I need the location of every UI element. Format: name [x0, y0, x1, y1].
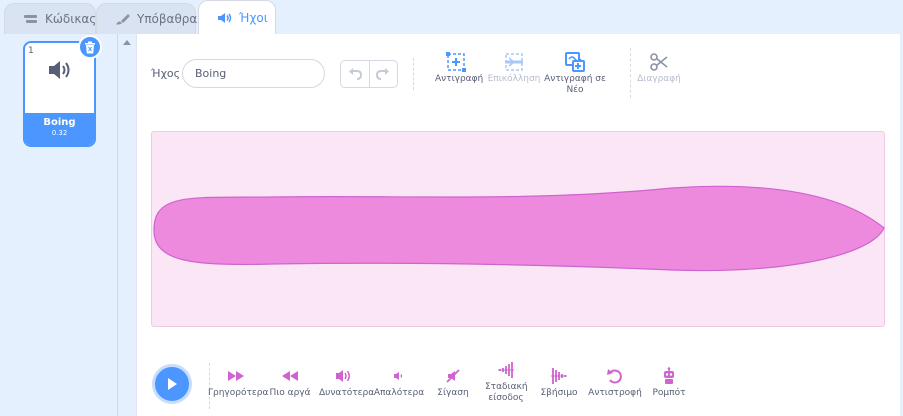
effect-robot-button[interactable]: Ρομπότ	[649, 367, 689, 399]
scroll-up-arrow-icon[interactable]	[123, 40, 131, 45]
softer-icon	[394, 372, 403, 380]
waveform-canvas[interactable]	[151, 131, 885, 327]
code-icon	[23, 13, 39, 25]
undo-icon	[348, 68, 362, 80]
delete-button[interactable]: Διαγραφή	[637, 52, 681, 85]
effect-fade-in-label: Σταδιακή είσοδος	[485, 382, 528, 403]
mute-icon	[446, 369, 460, 383]
effect-softer-button[interactable]: Απαλότερα	[373, 367, 425, 399]
sound-name-input[interactable]	[182, 59, 325, 88]
tab-sounds[interactable]: Ήχοι	[198, 0, 276, 34]
undo-button[interactable]	[341, 61, 369, 87]
tab-backdrops[interactable]: Υπόβαθρα	[96, 3, 198, 34]
sound-list: 1 Boing 0.32	[0, 34, 118, 416]
editor-tabs: Κώδικας Υπόβαθρα Ήχοι	[0, 0, 903, 34]
redo-icon	[376, 68, 390, 80]
undo-redo-group	[340, 60, 398, 88]
faster-icon	[228, 371, 244, 381]
sound-name-label: Ήχος	[151, 67, 181, 80]
paintbrush-icon	[115, 13, 131, 25]
play-icon	[168, 378, 177, 390]
effect-slower-label: Πιο αργά	[269, 388, 311, 398]
trash-icon	[85, 41, 95, 53]
tab-sounds-label: Ήχοι	[239, 10, 268, 25]
delete-label: Διαγραφή	[637, 74, 681, 84]
toolbar-divider	[630, 48, 631, 98]
effect-robot-label: Ρομπότ	[652, 388, 686, 398]
effect-louder-label: Δυνατότερα	[319, 388, 375, 398]
fade-in-icon	[498, 362, 514, 378]
sound-number: 1	[28, 46, 34, 56]
effect-reverse-label: Αντιστροφή	[588, 388, 642, 398]
paste-icon	[505, 53, 523, 71]
effect-reverse-button[interactable]: Αντιστροφή	[588, 367, 642, 399]
copy-button[interactable]: Αντιγραφή	[435, 52, 483, 85]
speaker-icon	[47, 59, 73, 81]
play-button[interactable]	[152, 364, 192, 404]
copy-to-new-label: Αντιγραφή σε Νέο	[544, 74, 606, 95]
effect-fade-out-label: Σβήσιμο	[540, 388, 578, 398]
sound-list-scrollbar[interactable]	[118, 34, 136, 416]
copy-to-new-icon	[565, 52, 585, 72]
delete-sound-button[interactable]	[78, 35, 102, 59]
effect-mute-label: Σίγαση	[437, 388, 469, 398]
effect-fade-in-button[interactable]: Σταδιακή είσοδος	[485, 361, 528, 404]
copy-icon	[446, 52, 466, 72]
effect-softer-label: Απαλότερα	[373, 388, 425, 398]
copy-label: Αντιγραφή	[435, 74, 484, 84]
fade-out-icon	[551, 368, 567, 384]
paste-label: Επικόλληση	[487, 74, 541, 84]
effect-mute-button[interactable]: Σίγαση	[435, 367, 471, 399]
sound-card-label: Boing 0.32	[25, 113, 94, 145]
copy-to-new-button[interactable]: Αντιγραφή σε Νέο	[543, 52, 607, 96]
waveform	[153, 185, 885, 272]
speaker-icon	[217, 12, 233, 24]
paste-button[interactable]: Επικόλληση	[487, 52, 541, 85]
louder-icon	[336, 370, 350, 382]
reverse-icon	[607, 369, 622, 384]
scissors-icon	[650, 53, 668, 71]
robot-icon	[664, 367, 674, 384]
toolbar-divider	[413, 58, 414, 90]
slower-icon	[282, 371, 298, 381]
redo-button[interactable]	[368, 61, 398, 87]
sound-name: Boing	[43, 117, 76, 128]
sound-editor: Ήχος Αντιγραφή Επικόλληση Αντιγραφή σε Ν…	[136, 34, 900, 416]
effect-faster-label: Γρηγορότερα	[208, 388, 269, 398]
effect-fade-out-button[interactable]: Σβήσιμο	[539, 367, 579, 399]
effect-slower-button[interactable]: Πιο αργά	[267, 367, 313, 399]
effect-faster-button[interactable]: Γρηγορότερα	[208, 367, 268, 399]
tab-code[interactable]: Κώδικας	[4, 3, 96, 34]
tab-backdrops-label: Υπόβαθρα	[137, 12, 198, 26]
effect-louder-button[interactable]: Δυνατότερα	[319, 367, 374, 399]
sound-duration: 0.32	[51, 129, 68, 137]
tab-code-label: Κώδικας	[45, 12, 97, 26]
